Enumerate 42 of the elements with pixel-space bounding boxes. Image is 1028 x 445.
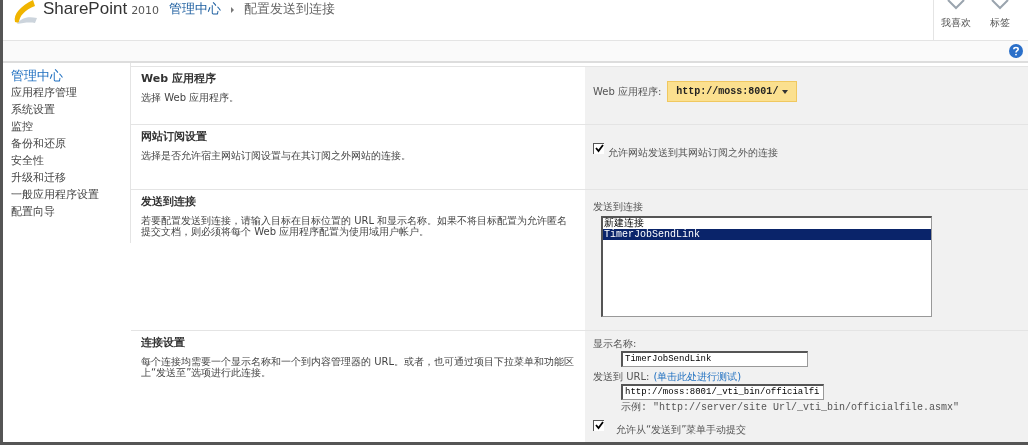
section-description: 选择是否允许宿主网站订阅设置与在其订阅之外网站的连接。 [141, 149, 412, 161]
logo-version: 2010 [131, 3, 160, 19]
checkbox[interactable] [593, 420, 604, 431]
nav-item[interactable]: 系统设置 [11, 101, 130, 118]
nav-item[interactable]: 应用程序管理 [11, 84, 130, 101]
list-option[interactable]: 新建连接 [603, 218, 931, 230]
ribbon-button[interactable]: 我喜欢 [934, 0, 978, 40]
section-description: 选择 Web 应用程序。 [141, 92, 241, 103]
list-option[interactable]: TimerJobSendLink [603, 229, 931, 241]
nav-heading[interactable]: 管理中心 [11, 67, 130, 84]
nav-item[interactable]: 备份和还原 [11, 135, 130, 152]
connections-listbox[interactable]: 新建连接 TimerJobSendLink [601, 216, 932, 318]
ribbon-button[interactable]: 标签 [978, 0, 1022, 40]
section-title: 网站订阅设置 [141, 128, 208, 144]
url-field[interactable]: http://moss:8001/_vti_bin/officialfi [621, 384, 825, 400]
nav-item[interactable]: 安全性 [11, 152, 130, 169]
breadcrumb-link[interactable]: 管理中心 [169, 0, 222, 18]
caret-icon [782, 89, 789, 94]
nav-item[interactable]: 监控 [11, 118, 130, 135]
display-name-field[interactable]: TimerJobSendLink [621, 351, 808, 367]
section-description: 每个连接均需要一个显示名称和一个到内容管理器的 URL。或者，也可通过项目下拉菜单和功能区上“发送至”选项进行此连接。 [141, 356, 575, 378]
help-icon[interactable] [1009, 44, 1023, 58]
section-title: 发送到连接 [141, 194, 197, 210]
field-label: 显示名称: [593, 337, 638, 351]
page-title: 配置发送到连接 [244, 0, 336, 18]
logo-text: SharePoint [43, 0, 128, 18]
checkbox[interactable] [593, 142, 604, 154]
test-link[interactable]: (单击此处进行测试) [653, 370, 742, 384]
checkbox-label: 允许从“发送到”菜单手动提交 [616, 423, 747, 437]
field-label: 发送到 URL: [593, 370, 650, 384]
example-text: 示例: "http://server/site Url/_vti_bin/officialfile.asmx" [621, 401, 961, 414]
section-title: Web 应用程序 [141, 71, 217, 86]
field-label: 发送到连接 [593, 200, 644, 215]
nav-item[interactable]: 升级和迁移 [11, 169, 130, 186]
web-app-dropdown[interactable]: http://moss:8001/ [667, 81, 798, 102]
breadcrumb-separator-icon [231, 7, 235, 13]
field-label: Web 应用程序: [593, 84, 662, 99]
nav-item[interactable]: 一般应用程序设置 [11, 186, 130, 203]
section-description: 若要配置发送到连接，请输入目标在目标位置的 URL 和显示名称。如果不将目标配置为允许匿名提交文档，则必须将每个 Web 应用程序配置为使用域用户帐户。 [141, 215, 569, 238]
checkbox-label: 允许网站发送到其网站订阅之外的连接 [608, 145, 778, 160]
section-title: 连接设置 [141, 335, 186, 350]
nav-item[interactable]: 配置向导 [11, 203, 130, 220]
